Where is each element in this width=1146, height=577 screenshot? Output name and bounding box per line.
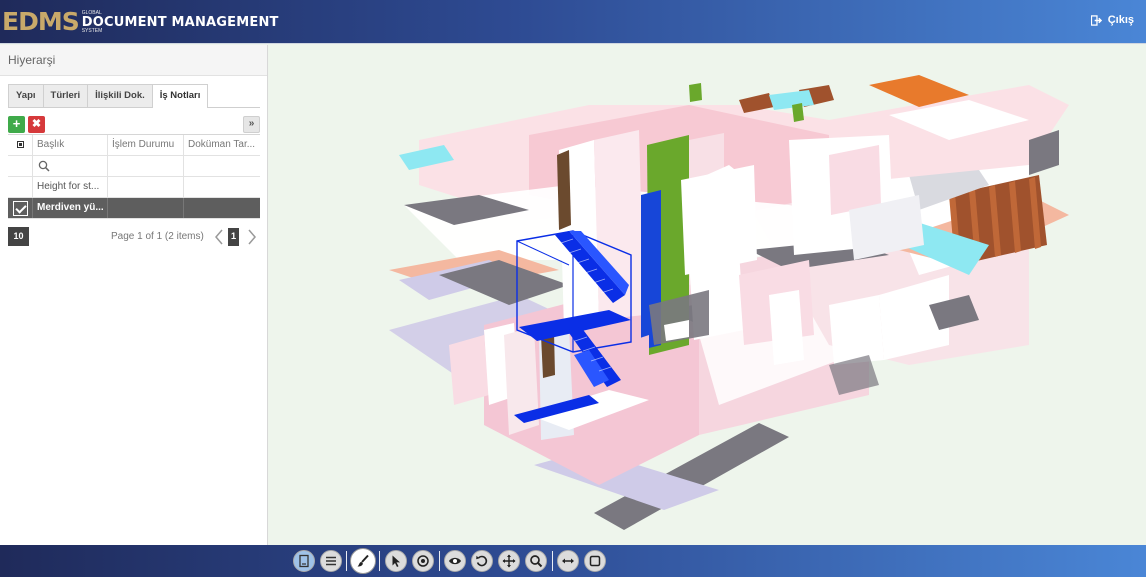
target-button[interactable] xyxy=(412,550,434,572)
green-element xyxy=(689,83,702,102)
row-title-cell: Merdiven yü... xyxy=(33,198,108,218)
model-viewer-canvas[interactable] xyxy=(269,45,1146,545)
section-box-icon xyxy=(589,555,601,567)
pan-button[interactable] xyxy=(498,550,520,572)
sign-out-icon xyxy=(1090,14,1102,26)
row-date-cell xyxy=(184,198,260,218)
page-size-selector[interactable]: 10 xyxy=(8,227,29,246)
status-filter-input[interactable] xyxy=(108,156,184,176)
viewer-toolbar xyxy=(0,545,1146,577)
hierarchy-panel: Hiyerarşi Yapı Türleri İlişkili Dok. İş … xyxy=(0,45,268,545)
logout-button[interactable]: Çıkış xyxy=(1090,14,1134,26)
row-date-cell xyxy=(184,177,260,197)
door xyxy=(557,150,571,230)
date-filter-input[interactable] xyxy=(184,156,260,176)
panel-title: Hiyerarşi xyxy=(0,45,267,76)
paint-brush-button[interactable] xyxy=(350,548,376,574)
row-checkbox-cell[interactable] xyxy=(8,198,33,218)
delete-note-button[interactable]: ✖ xyxy=(28,116,45,133)
section-box-button[interactable] xyxy=(584,550,606,572)
pink-wall xyxy=(829,145,881,215)
model-browser-icon xyxy=(299,554,309,568)
grid-header-row: Başlık İşlem Durumu Doküman Tar... xyxy=(8,135,260,156)
model-browser-button[interactable] xyxy=(293,550,315,572)
header-bar: EDMS GLOBAL DOCUMENT MANAGEMENT SYSTEM Ç… xyxy=(0,0,1146,44)
row-status-cell xyxy=(108,198,184,218)
chevron-right-icon[interactable] xyxy=(246,228,258,246)
pink-wall xyxy=(449,335,489,405)
paint-brush-icon xyxy=(357,554,369,567)
toolbar-divider xyxy=(346,551,347,571)
measure-icon xyxy=(562,558,574,564)
layers-list-button[interactable] xyxy=(320,550,342,572)
app-window: EDMS GLOBAL DOCUMENT MANAGEMENT SYSTEM Ç… xyxy=(0,0,1146,577)
checkbox-icon xyxy=(16,140,24,148)
logo-subtitle: GLOBAL DOCUMENT MANAGEMENT SYSTEM xyxy=(81,10,279,34)
select-all-checkbox[interactable] xyxy=(8,135,33,155)
rotate-icon xyxy=(476,555,488,567)
toolbar-divider xyxy=(439,551,440,571)
panel-tabs: Yapı Türleri İlişkili Dok. İş Notları xyxy=(8,84,260,108)
target-icon xyxy=(417,555,429,567)
pager-info: Page 1 of 1 (2 items) xyxy=(111,231,204,242)
pan-icon xyxy=(502,554,516,568)
row-checkbox-cell[interactable] xyxy=(8,177,33,197)
title-filter-input[interactable] xyxy=(33,156,108,176)
row-status-cell xyxy=(108,177,184,197)
search-icon xyxy=(38,160,50,172)
row-title-cell: Height for st... xyxy=(33,177,108,197)
column-header-status[interactable]: İşlem Durumu xyxy=(108,135,184,155)
checked-checkbox-icon[interactable] xyxy=(12,200,28,216)
select-pointer-button[interactable] xyxy=(385,550,407,572)
white-wall xyxy=(829,295,884,365)
chevron-left-icon[interactable] xyxy=(213,228,225,246)
eye-icon xyxy=(449,557,461,565)
measure-button[interactable] xyxy=(557,550,579,572)
tab-turleri[interactable]: Türleri xyxy=(42,84,89,107)
tab-yapi[interactable]: Yapı xyxy=(8,84,44,107)
tab-is-notlari[interactable]: İş Notları xyxy=(151,84,209,108)
visibility-button[interactable] xyxy=(444,550,466,572)
select-pointer-icon xyxy=(392,555,400,567)
grid-filter-row xyxy=(8,156,260,177)
tab-iliskili-dok[interactable]: İlişkili Dok. xyxy=(87,84,153,107)
edms-logo: EDMS GLOBAL DOCUMENT MANAGEMENT SYSTEM xyxy=(2,8,279,36)
building-3d-model[interactable] xyxy=(269,45,1146,545)
expand-panel-button[interactable]: » xyxy=(243,116,260,133)
white-wall xyxy=(769,290,804,365)
filter-spacer xyxy=(8,156,33,176)
table-row-selected[interactable]: Merdiven yü... xyxy=(8,198,260,219)
grid-toolbar: + ✖ » xyxy=(8,116,260,134)
add-note-button[interactable]: + xyxy=(8,116,25,133)
toolbar-divider xyxy=(552,551,553,571)
column-header-title[interactable]: Başlık xyxy=(33,135,108,155)
zoom-icon xyxy=(530,555,543,568)
toolbar-divider xyxy=(379,551,380,571)
zoom-button[interactable] xyxy=(525,550,547,572)
grid-pager: 10 Page 1 of 1 (2 items) 1 xyxy=(8,227,260,247)
column-header-date[interactable]: Doküman Tar... xyxy=(184,135,260,155)
logo-line-system: SYSTEM xyxy=(81,27,103,34)
logo-line-document-management: DOCUMENT MANAGEMENT xyxy=(81,14,279,30)
logo-edms-text: EDMS xyxy=(2,7,80,36)
green-element xyxy=(792,103,804,122)
pink-wall xyxy=(619,335,649,435)
logout-label: Çıkış xyxy=(1107,14,1134,26)
layers-list-icon xyxy=(326,556,336,566)
notes-grid: Başlık İşlem Durumu Doküman Tar... Heigh… xyxy=(8,134,260,219)
glass-element xyxy=(769,90,814,110)
orbit-rotate-button[interactable] xyxy=(471,550,493,572)
current-page-button[interactable]: 1 xyxy=(228,228,239,246)
table-row[interactable]: Height for st... xyxy=(8,177,260,198)
